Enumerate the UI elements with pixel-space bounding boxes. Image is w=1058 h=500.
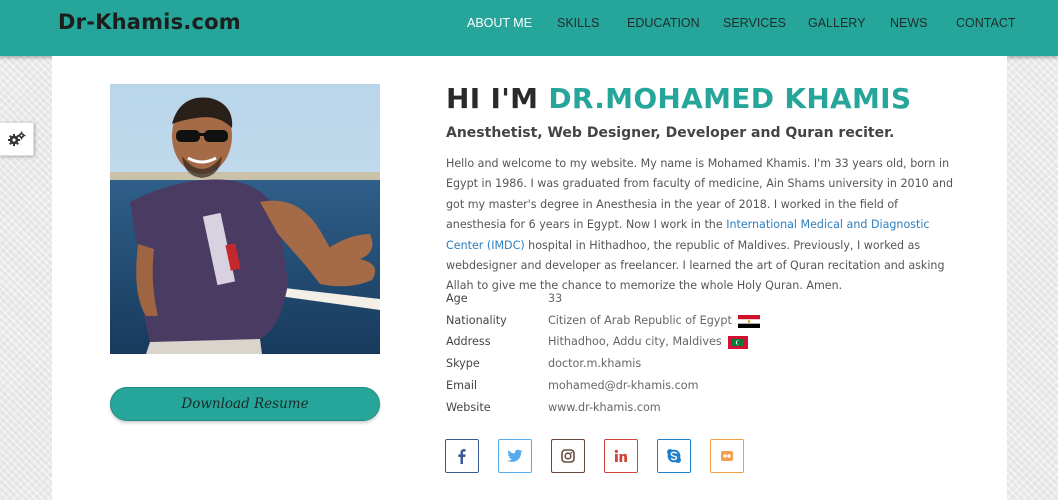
flickr-button[interactable] bbox=[710, 439, 744, 473]
download-resume-button[interactable]: Download Resume bbox=[110, 387, 380, 421]
linkedin-button[interactable] bbox=[604, 439, 638, 473]
twitter-button[interactable] bbox=[498, 439, 532, 473]
info-row-nationality: Nationality Citizen of Arab Republic of … bbox=[446, 314, 846, 332]
nationality-label: Nationality bbox=[446, 314, 507, 327]
skype-icon bbox=[667, 449, 681, 463]
nationality-value-wrap: Citizen of Arab Republic of Egypt bbox=[548, 314, 761, 328]
address-value-wrap: Hithadhoo, Addu city, Maldives bbox=[548, 335, 749, 349]
profile-photo bbox=[110, 84, 380, 354]
egypt-flag-icon bbox=[738, 314, 761, 328]
flickr-icon bbox=[721, 451, 733, 461]
page-title: HI I'M DR.MOHAMED KHAMIS bbox=[446, 82, 911, 115]
email-label: Email bbox=[446, 379, 478, 392]
nav-item-services[interactable]: SERVICES bbox=[723, 16, 786, 30]
gears-icon bbox=[7, 131, 25, 146]
info-row-skype: Skype doctor.m.khamis bbox=[446, 357, 846, 375]
top-navbar: Dr-Khamis.com ABOUT ME SKILLS EDUCATION … bbox=[0, 0, 1058, 56]
age-label: Age bbox=[446, 292, 468, 305]
nav-item-skills[interactable]: SKILLS bbox=[557, 16, 599, 30]
address-value: Hithadhoo, Addu city, Maldives bbox=[548, 335, 722, 348]
address-label: Address bbox=[446, 335, 491, 348]
nav-item-about-me[interactable]: ABOUT ME bbox=[467, 16, 532, 30]
instagram-button[interactable] bbox=[551, 439, 585, 473]
main-nav: ABOUT ME SKILLS EDUCATION SERVICES GALLE… bbox=[0, 16, 1058, 36]
linkedin-icon bbox=[614, 449, 627, 462]
settings-toggle[interactable] bbox=[0, 122, 34, 156]
facebook-icon bbox=[458, 449, 466, 464]
twitter-icon bbox=[507, 449, 523, 462]
title-prefix: HI I'M bbox=[446, 82, 549, 115]
skype-button[interactable] bbox=[657, 439, 691, 473]
nav-item-education[interactable]: EDUCATION bbox=[627, 16, 700, 30]
facebook-button[interactable] bbox=[445, 439, 479, 473]
website-label: Website bbox=[446, 401, 491, 414]
nav-item-news[interactable]: NEWS bbox=[890, 16, 928, 30]
nav-item-contact[interactable]: CONTACT bbox=[956, 16, 1016, 30]
nav-item-gallery[interactable]: GALLERY bbox=[808, 16, 865, 30]
bio-paragraph: Hello and welcome to my website. My name… bbox=[446, 154, 956, 297]
info-row-age: Age 33 bbox=[446, 292, 846, 310]
maldives-flag-icon bbox=[728, 335, 749, 349]
info-row-email: Email mohamed@dr-khamis.com bbox=[446, 379, 846, 397]
title-name: DR.MOHAMED KHAMIS bbox=[548, 82, 912, 115]
info-row-address: Address Hithadhoo, Addu city, Maldives bbox=[446, 335, 846, 353]
page-subtitle: Anesthetist, Web Designer, Developer and… bbox=[446, 125, 895, 141]
website-value[interactable]: www.dr-khamis.com bbox=[548, 401, 661, 414]
email-value[interactable]: mohamed@dr-khamis.com bbox=[548, 379, 699, 392]
skype-label: Skype bbox=[446, 357, 480, 370]
instagram-icon bbox=[561, 449, 575, 463]
age-value: 33 bbox=[548, 292, 563, 305]
skype-value[interactable]: doctor.m.khamis bbox=[548, 357, 641, 370]
social-links bbox=[445, 439, 765, 473]
info-row-website: Website www.dr-khamis.com bbox=[446, 401, 846, 419]
nationality-value: Citizen of Arab Republic of Egypt bbox=[548, 314, 732, 327]
